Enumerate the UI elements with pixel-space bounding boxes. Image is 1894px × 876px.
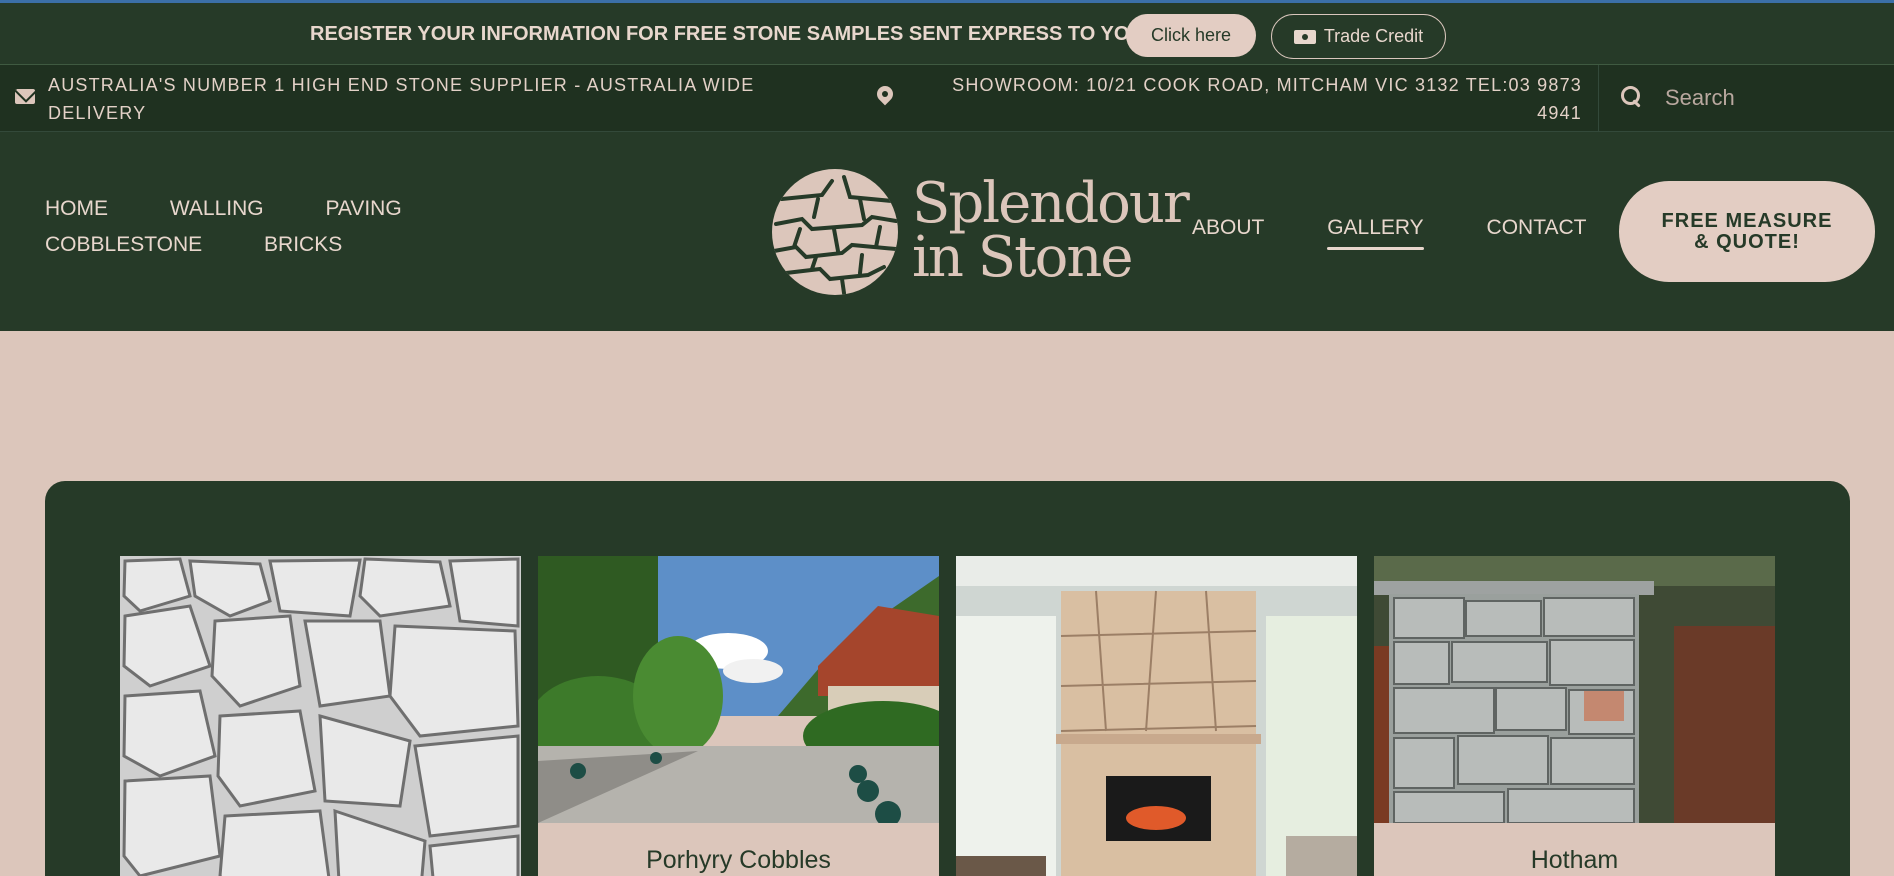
gallery-card[interactable]: Porhyry Cobbles — [538, 556, 939, 876]
trade-credit-button[interactable]: Trade Credit — [1271, 14, 1446, 59]
gallery-card[interactable]: Hotham — [1374, 556, 1775, 876]
primary-nav-left: HOME WALLING PAVING COBBLESTONE BRICKS — [45, 197, 665, 269]
nav-walling[interactable]: WALLING — [170, 197, 264, 221]
nav-contact[interactable]: CONTACT — [1487, 216, 1587, 240]
info-bar: AUSTRALIA'S NUMBER 1 HIGH END STONE SUPP… — [0, 65, 1894, 132]
search-box — [1598, 65, 1894, 131]
card-caption: Porhyry Cobbles — [646, 846, 831, 874]
gallery-card[interactable] — [956, 556, 1357, 876]
nav-cobblestone[interactable]: COBBLESTONE — [45, 233, 202, 257]
card-caption: Hotham — [1530, 846, 1619, 874]
main-header: HOME WALLING PAVING COBBLESTONE BRICKS S… — [0, 132, 1894, 331]
gallery-card[interactable] — [120, 556, 521, 876]
envelope-icon — [15, 89, 35, 104]
showroom-address: SHOWROOM: 10/21 COOK ROAD, MITCHAM VIC 3… — [952, 75, 1582, 123]
gallery-panel: Porhyry Cobbles Hotham — [45, 481, 1850, 876]
porphyry-cobbles-image — [538, 556, 939, 823]
primary-nav-right: ABOUT GALLERY CONTACT — [1192, 216, 1643, 250]
nav-bricks[interactable]: BRICKS — [264, 233, 342, 257]
nav-paving[interactable]: PAVING — [325, 197, 401, 221]
nav-home[interactable]: HOME — [45, 197, 108, 221]
free-measure-quote-button[interactable]: FREE MEASURE & QUOTE! — [1619, 181, 1875, 282]
nav-about[interactable]: ABOUT — [1192, 216, 1264, 240]
stone-fireplace-image — [956, 556, 1357, 876]
search-icon[interactable] — [1621, 86, 1641, 106]
hotham-stone-pillar-image — [1374, 556, 1775, 823]
stone-wall-logo-icon — [772, 169, 898, 295]
click-here-button[interactable]: Click here — [1126, 14, 1256, 57]
promo-text: REGISTER YOUR INFORMATION FOR FREE STONE… — [310, 23, 1151, 45]
map-pin-icon — [873, 82, 897, 106]
nav-gallery[interactable]: GALLERY — [1327, 216, 1424, 250]
supplier-tagline: AUSTRALIA'S NUMBER 1 HIGH END STONE SUPP… — [48, 75, 755, 123]
site-logo[interactable]: Splendour in Stone — [772, 169, 1192, 295]
white-stone-wall-image — [120, 556, 521, 876]
logo-line-1: Splendour — [912, 171, 1190, 236]
promo-bar: REGISTER YOUR INFORMATION FOR FREE STONE… — [0, 0, 1894, 65]
trade-credit-label: Trade Credit — [1323, 26, 1424, 46]
search-input[interactable] — [1665, 80, 1875, 116]
logo-line-2: in Stone — [912, 225, 1134, 290]
cash-icon — [1293, 29, 1316, 44]
logo-wordmark: Splendour in Stone — [912, 171, 1190, 290]
